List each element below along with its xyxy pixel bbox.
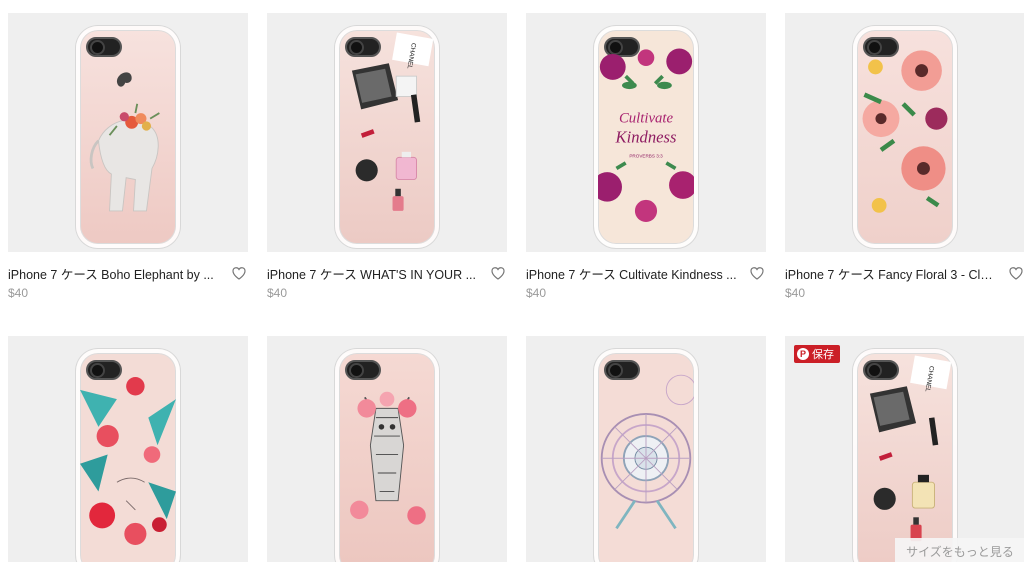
heart-icon[interactable] xyxy=(489,265,507,281)
phone-case xyxy=(853,26,957,248)
product-image[interactable]: CHANEL xyxy=(267,13,507,252)
product-title[interactable]: iPhone 7 ケース WHAT'S IN YOUR ... xyxy=(267,264,479,283)
pinterest-icon: P xyxy=(797,348,809,360)
product-image[interactable] xyxy=(785,13,1024,252)
product-price: $40 xyxy=(526,286,547,300)
pinterest-save-button[interactable]: P 保存 xyxy=(794,345,840,363)
product-image[interactable] xyxy=(8,13,248,252)
heart-icon[interactable] xyxy=(1007,265,1024,281)
product-image[interactable] xyxy=(267,336,507,562)
svg-text:Kindness: Kindness xyxy=(615,128,677,147)
product-card[interactable]: CHANEL iPhone 7 ケース WHAT'S IN YOUR ... $… xyxy=(267,13,507,318)
product-price: $40 xyxy=(8,286,29,300)
handbag-artwork: CHANEL xyxy=(351,32,434,211)
handbag-artwork: CHANEL xyxy=(869,355,952,542)
elephant-artwork xyxy=(89,72,160,212)
see-larger-button[interactable]: サイズをもっと見る xyxy=(895,538,1024,562)
tropical-artwork xyxy=(80,377,176,545)
product-title[interactable]: iPhone 7 ケース Cultivate Kindness ... xyxy=(526,264,738,283)
product-grid: iPhone 7 ケース Boho Elephant by ... $40 CH… xyxy=(8,13,1024,562)
product-price: $40 xyxy=(785,286,806,300)
floral-artwork xyxy=(862,50,948,213)
product-image[interactable]: Cultivate Kindness PROVERBS 3:3 xyxy=(526,13,766,252)
phone-case xyxy=(76,26,180,248)
product-title[interactable]: iPhone 7 ケース Boho Elephant by ... xyxy=(8,264,220,283)
heart-icon[interactable] xyxy=(748,265,766,281)
heart-icon[interactable] xyxy=(230,265,248,281)
product-row: P 保存 CHANEL サイズをもっと見る xyxy=(8,336,1024,562)
product-title[interactable]: iPhone 7 ケース Fancy Floral 3 - Cla... xyxy=(785,264,997,283)
product-price: $40 xyxy=(267,286,288,300)
product-card[interactable] xyxy=(267,336,507,562)
product-row: iPhone 7 ケース Boho Elephant by ... $40 CH… xyxy=(8,13,1024,318)
product-image[interactable] xyxy=(526,336,766,562)
product-card[interactable]: iPhone 7 ケース Boho Elephant by ... $40 xyxy=(8,13,248,318)
product-card[interactable] xyxy=(8,336,248,562)
kindness-artwork: Cultivate Kindness PROVERBS 3:3 xyxy=(598,48,694,222)
svg-text:PROVERBS 3:3: PROVERBS 3:3 xyxy=(629,153,663,158)
product-card[interactable]: iPhone 7 ケース Fancy Floral 3 - Cla... $40 xyxy=(785,13,1024,318)
svg-text:Cultivate: Cultivate xyxy=(619,110,674,126)
phone-case xyxy=(594,349,698,562)
phone-case xyxy=(76,349,180,562)
phone-case: Cultivate Kindness PROVERBS 3:3 xyxy=(594,26,698,248)
apple-logo xyxy=(116,72,132,87)
phone-case: CHANEL xyxy=(335,26,439,248)
product-card[interactable]: Cultivate Kindness PROVERBS 3:3 iPhone 7… xyxy=(526,13,766,318)
product-card[interactable] xyxy=(526,336,766,562)
product-image[interactable]: P 保存 CHANEL サイズをもっと見る xyxy=(785,336,1024,562)
phone-case: CHANEL xyxy=(853,349,957,562)
giraffe-artwork xyxy=(350,391,426,525)
phone-case xyxy=(335,349,439,562)
product-card[interactable]: P 保存 CHANEL サイズをもっと見る xyxy=(785,336,1024,562)
product-image[interactable] xyxy=(8,336,248,562)
save-label: 保存 xyxy=(812,349,834,361)
mandala-artwork xyxy=(600,374,694,530)
